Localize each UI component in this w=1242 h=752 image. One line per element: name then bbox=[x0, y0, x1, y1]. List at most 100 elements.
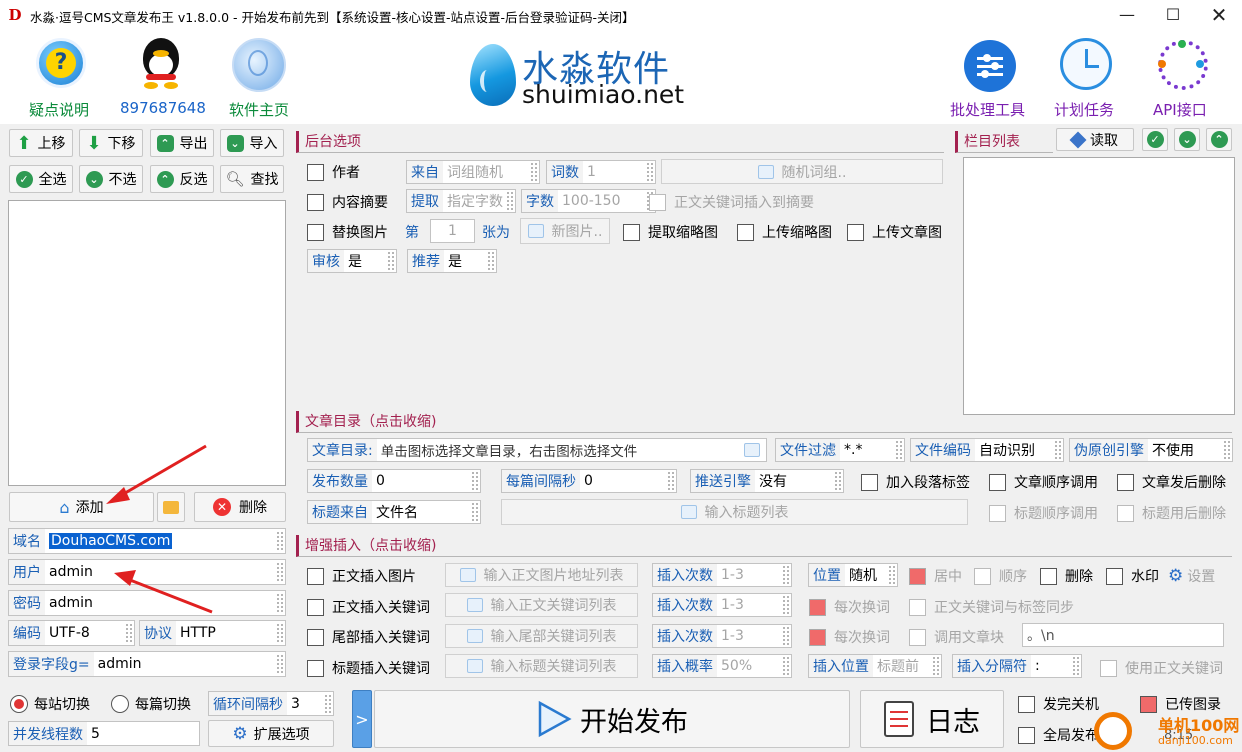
move-down-button[interactable]: ⬇ 下移 bbox=[79, 129, 143, 157]
threads-field[interactable]: 并发线程数 5 bbox=[8, 721, 200, 746]
kw-to-summary-checkbox[interactable]: 正文关键词插入到摘要 bbox=[649, 192, 814, 212]
delete-after-checkbox[interactable]: 文章发后删除 bbox=[1117, 472, 1226, 492]
order-checkbox[interactable]: 顺序 bbox=[974, 566, 1027, 586]
watermark-checkbox[interactable]: 水印 bbox=[1106, 566, 1159, 586]
extended-options-button[interactable]: ⚙ 扩展选项 bbox=[208, 720, 334, 747]
author-checkbox[interactable]: 作者 bbox=[307, 162, 360, 182]
publish-count-field[interactable]: 发布数量 0 bbox=[307, 469, 481, 493]
select-none-button[interactable]: ⌄ 不选 bbox=[79, 165, 143, 193]
homepage-label[interactable]: 软件主页 bbox=[229, 99, 289, 120]
find-button[interactable]: 🔍︎ 查找 bbox=[220, 165, 284, 193]
file-filter-field[interactable]: 文件过滤 *.* bbox=[775, 438, 905, 462]
tail-list-button[interactable]: 输入尾部关键词列表 bbox=[445, 624, 638, 648]
loop-interval-field[interactable]: 循环间隔秒 3 bbox=[208, 691, 334, 716]
tail-each-change-checkbox[interactable]: 每次换词 bbox=[809, 627, 890, 647]
protocol-select[interactable]: 协议 HTTP bbox=[139, 620, 286, 646]
kw-list-button[interactable]: 输入正文关键词列表 bbox=[445, 593, 638, 617]
use-kw-checkbox[interactable]: 使用正文关键词 bbox=[1100, 658, 1223, 678]
enhance-section-title[interactable]: 增强插入（点击收缩) bbox=[296, 535, 1232, 557]
extract-select[interactable]: 提取 指定字数 bbox=[406, 189, 516, 213]
expand-columns-button[interactable]: ⌃ bbox=[1206, 128, 1232, 151]
check-columns-button[interactable]: ✓ bbox=[1142, 128, 1168, 151]
shutdown-checkbox[interactable]: 发完关机 bbox=[1018, 694, 1099, 714]
title-source-select[interactable]: 标题来自 文件名 bbox=[307, 500, 481, 524]
nth-field[interactable]: 1 bbox=[430, 219, 475, 243]
kw-each-change-checkbox[interactable]: 每次换词 bbox=[809, 597, 890, 617]
file-encoding-select[interactable]: 文件编码 自动识别 bbox=[910, 438, 1064, 462]
sliders-icon[interactable] bbox=[964, 40, 1016, 92]
start-publish-button[interactable]: 开始发布 bbox=[374, 690, 850, 748]
clock-icon[interactable] bbox=[1060, 38, 1112, 90]
remove-checkbox[interactable]: 删除 bbox=[1040, 566, 1093, 586]
title-seq-checkbox[interactable]: 标题顺序调用 bbox=[989, 503, 1098, 523]
qq-icon[interactable] bbox=[140, 38, 182, 90]
title-list-button[interactable]: 输入标题列表 bbox=[501, 499, 968, 525]
random-words-button[interactable]: 随机词组.. bbox=[661, 159, 943, 184]
new-image-button[interactable]: 新图片.. bbox=[520, 218, 610, 244]
chevron-down-icon: ⌄ bbox=[1178, 131, 1196, 148]
upload-image-checkbox[interactable]: 上传文章图 bbox=[847, 222, 942, 242]
kw-tag-sync-checkbox[interactable]: 正文关键词与标签同步 bbox=[909, 597, 1074, 617]
tail-insert-checkbox[interactable]: 尾部插入关键词 bbox=[307, 627, 430, 647]
help-icon[interactable]: ? bbox=[36, 38, 86, 88]
seq-call-checkbox[interactable]: 文章顺序调用 bbox=[989, 472, 1098, 492]
expand-panel-button[interactable]: > bbox=[352, 690, 372, 748]
collapse-columns-button[interactable]: ⌄ bbox=[1174, 128, 1200, 151]
source-select[interactable]: 来自 词组随机 bbox=[406, 160, 540, 184]
title-kw-list-button[interactable]: 输入标题关键词列表 bbox=[445, 654, 638, 678]
replace-image-checkbox[interactable]: 替换图片 bbox=[307, 222, 388, 242]
globe-icon[interactable] bbox=[232, 38, 286, 92]
tail-times-field[interactable]: 插入次数 1-3 bbox=[652, 624, 792, 648]
invert-button[interactable]: ⌃ 反选 bbox=[150, 165, 214, 193]
extract-thumb-checkbox[interactable]: 提取缩略图 bbox=[623, 222, 718, 242]
schedule-label[interactable]: 计划任务 bbox=[1054, 99, 1114, 120]
encoding-select[interactable]: 编码 UTF-8 bbox=[8, 620, 135, 646]
move-up-button[interactable]: ⬆ 上移 bbox=[9, 129, 73, 157]
minimize-button[interactable]: — bbox=[1104, 0, 1150, 30]
para-tag-checkbox[interactable]: 加入段落标签 bbox=[861, 472, 970, 492]
maximize-button[interactable]: ☐ bbox=[1150, 0, 1196, 30]
title-insert-checkbox[interactable]: 标题插入关键词 bbox=[307, 658, 430, 678]
img-times-field[interactable]: 插入次数 1-3 bbox=[652, 563, 792, 587]
pseudo-engine-select[interactable]: 伪原创引擎 不使用 bbox=[1069, 438, 1233, 462]
img-list-button[interactable]: 输入正文图片地址列表 bbox=[445, 563, 638, 587]
close-button[interactable]: ✕ bbox=[1196, 0, 1242, 30]
export-button[interactable]: ⌃ 导出 bbox=[150, 129, 214, 157]
review-select[interactable]: 审核是 bbox=[307, 249, 397, 273]
settings-button[interactable]: ⚙ 设置 bbox=[1168, 566, 1215, 586]
per-article-radio[interactable]: 每篇切换 bbox=[111, 694, 191, 714]
push-engine-select[interactable]: 推送引擎 没有 bbox=[690, 469, 844, 493]
import-button[interactable]: ⌄ 导入 bbox=[220, 129, 284, 157]
recommend-select[interactable]: 推荐是 bbox=[407, 249, 497, 273]
title-delete-checkbox[interactable]: 标题用后删除 bbox=[1117, 503, 1226, 523]
log-button[interactable]: 日志 bbox=[860, 690, 1004, 748]
upload-thumb-checkbox[interactable]: 上传缩略图 bbox=[737, 222, 832, 242]
select-all-button[interactable]: ✓ 全选 bbox=[9, 165, 73, 193]
api-icon[interactable] bbox=[1158, 40, 1208, 90]
block-input[interactable]: 。\n bbox=[1022, 623, 1224, 647]
help-label[interactable]: 疑点说明 bbox=[29, 99, 89, 120]
call-block-checkbox[interactable]: 调用文章块 bbox=[909, 627, 1004, 647]
kw-times-field[interactable]: 插入次数 1-3 bbox=[652, 593, 792, 617]
kw-insert-checkbox[interactable]: 正文插入关键词 bbox=[307, 597, 430, 617]
per-site-radio[interactable]: 每站切换 bbox=[10, 694, 90, 714]
uploaded-images-checkbox[interactable]: 已传图录 bbox=[1140, 694, 1221, 714]
probability-field[interactable]: 插入概率 50% bbox=[652, 654, 792, 678]
read-columns-button[interactable]: 读取 bbox=[1056, 128, 1134, 151]
batch-tool-label[interactable]: 批处理工具 bbox=[950, 99, 1025, 120]
center-checkbox[interactable]: 居中 bbox=[909, 566, 962, 586]
column-list[interactable] bbox=[963, 157, 1235, 415]
word-count-field[interactable]: 词数 1 bbox=[546, 160, 656, 184]
qq-number[interactable]: 897687648 bbox=[120, 99, 206, 117]
api-label[interactable]: API接口 bbox=[1153, 99, 1207, 120]
chars-field[interactable]: 字数 100-150 bbox=[521, 189, 656, 213]
interval-field[interactable]: 每篇间隔秒 0 bbox=[501, 469, 677, 493]
position-select[interactable]: 位置 随机 bbox=[808, 563, 898, 587]
separator-field[interactable]: 插入分隔符: bbox=[952, 654, 1082, 678]
insert-position-select[interactable]: 插入位置 标题前 bbox=[808, 654, 942, 678]
img-insert-checkbox[interactable]: 正文插入图片 bbox=[307, 566, 416, 586]
articles-section-title[interactable]: 文章目录（点击收缩) bbox=[296, 411, 1232, 433]
article-dir-field[interactable]: 文章目录: 单击图标选择文章目录，右击图标选择文件 bbox=[307, 438, 767, 462]
summary-checkbox[interactable]: 内容摘要 bbox=[307, 192, 388, 212]
login-field[interactable]: 登录字段g= admin bbox=[8, 651, 286, 677]
